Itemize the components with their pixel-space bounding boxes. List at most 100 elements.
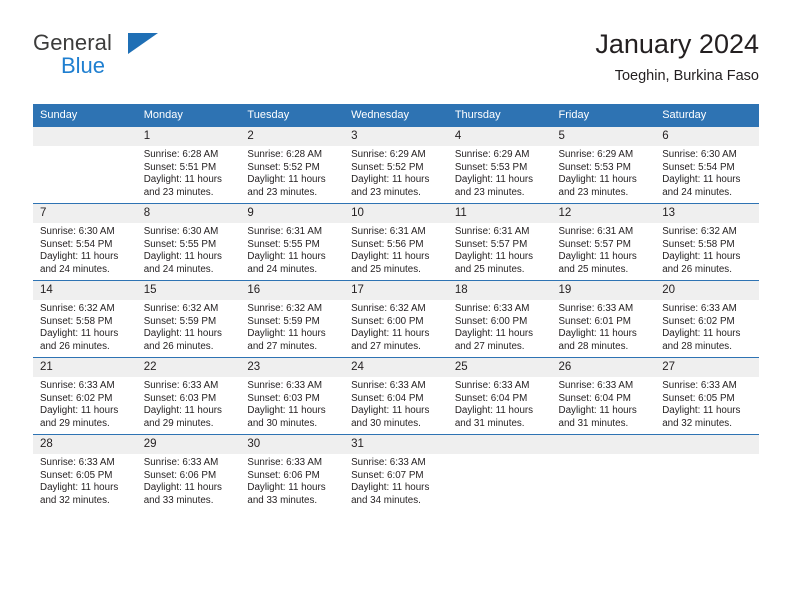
sunset-text: Sunset: 5:54 PM	[662, 161, 735, 173]
day-number: 21	[33, 358, 137, 377]
calendar-day-cell[interactable]: 3 Sunrise: 6:29 AM Sunset: 5:52 PM Daylight…	[344, 126, 448, 204]
daylight-text-line1: Daylight: 11 hours	[143, 482, 222, 494]
daylight-text-line2: and 23 minutes.	[351, 186, 421, 198]
day-details: Sunrise: 6:28 AM Sunset: 5:52 PM Daylight:…	[240, 146, 344, 199]
sunset-text: Sunset: 6:05 PM	[662, 392, 735, 404]
sunrise-text: Sunrise: 6:30 AM	[662, 149, 737, 160]
daylight-text-line1: Daylight: 11 hours	[558, 405, 637, 417]
daylight-text-line2: and 32 minutes.	[662, 417, 732, 429]
day-number: 27	[655, 358, 759, 377]
calendar-day-cell[interactable]: 13 Sunrise: 6:32 AM Sunset: 5:58 PM Dayligh…	[655, 203, 759, 281]
sunset-text: Sunset: 5:54 PM	[40, 238, 113, 250]
daylight-text-line2: and 32 minutes.	[40, 494, 110, 506]
daylight-text-line1: Daylight: 11 hours	[662, 174, 741, 186]
day-number: 14	[33, 281, 137, 300]
sunset-text: Sunset: 5:58 PM	[40, 315, 113, 327]
calendar-day-cell[interactable]: 8 Sunrise: 6:30 AM Sunset: 5:55 PM Daylight…	[136, 203, 241, 281]
weekday-header-thursday: Thursday	[447, 104, 552, 127]
sunset-text: Sunset: 5:58 PM	[662, 238, 735, 250]
sunrise-text: Sunrise: 6:30 AM	[40, 226, 115, 237]
calendar-body: 1 Sunrise: 6:28 AM Sunset: 5:51 PM Daylight…	[33, 126, 759, 511]
calendar-day-cell[interactable]: 28 Sunrise: 6:33 AM Sunset: 6:05 PM Dayligh…	[33, 434, 137, 511]
calendar-day-cell[interactable]: 19 Sunrise: 6:33 AM Sunset: 6:01 PM Dayligh…	[551, 280, 656, 358]
daylight-text-line1: Daylight: 11 hours	[351, 251, 430, 263]
calendar-day-cell[interactable]: 17 Sunrise: 6:32 AM Sunset: 6:00 PM Dayligh…	[344, 280, 448, 358]
day-details: Sunrise: 6:33 AM Sunset: 6:02 PM Daylight:…	[33, 377, 137, 430]
sunset-text: Sunset: 5:52 PM	[351, 161, 424, 173]
calendar-day-cell[interactable]: 4 Sunrise: 6:29 AM Sunset: 5:53 PM Daylight…	[447, 126, 552, 204]
day-details: Sunrise: 6:33 AM Sunset: 6:02 PM Daylight:…	[655, 300, 759, 353]
calendar-day-cell[interactable]: 31 Sunrise: 6:33 AM Sunset: 6:07 PM Dayligh…	[344, 434, 448, 511]
calendar-day-cell[interactable]: 12 Sunrise: 6:31 AM Sunset: 5:57 PM Dayligh…	[551, 203, 656, 281]
daylight-text-line1: Daylight: 11 hours	[247, 405, 326, 417]
day-details: Sunrise: 6:33 AM Sunset: 6:07 PM Daylight:…	[344, 454, 448, 507]
calendar-day-cell[interactable]: 27 Sunrise: 6:33 AM Sunset: 6:05 PM Dayligh…	[655, 357, 759, 435]
sunrise-text: Sunrise: 6:29 AM	[558, 149, 634, 160]
sunrise-text: Sunrise: 6:32 AM	[40, 303, 115, 314]
sunrise-text: Sunrise: 6:32 AM	[247, 303, 323, 314]
calendar-day-cell[interactable]: 29 Sunrise: 6:33 AM Sunset: 6:06 PM Dayligh…	[136, 434, 241, 511]
daylight-text-line2: and 31 minutes.	[454, 417, 525, 429]
day-number: 11	[447, 204, 552, 223]
calendar-day-cell[interactable]: 11 Sunrise: 6:31 AM Sunset: 5:57 PM Dayligh…	[447, 203, 552, 281]
calendar-day-cell[interactable]: 18 Sunrise: 6:33 AM Sunset: 6:00 PM Dayligh…	[447, 280, 552, 358]
daylight-text-line2: and 28 minutes.	[558, 340, 629, 352]
sunset-text: Sunset: 6:00 PM	[351, 315, 424, 327]
calendar-day-cell[interactable]: 2 Sunrise: 6:28 AM Sunset: 5:52 PM Daylight…	[240, 126, 345, 204]
day-cell-inner: 1 Sunrise: 6:28 AM Sunset: 5:51 PM Daylight…	[136, 127, 241, 203]
calendar-day-cell[interactable]: 30 Sunrise: 6:33 AM Sunset: 6:06 PM Dayligh…	[240, 434, 345, 511]
calendar-day-cell[interactable]: 20 Sunrise: 6:33 AM Sunset: 6:02 PM Dayligh…	[655, 280, 759, 358]
day-number: 4	[447, 127, 552, 146]
logo-triangle-icon	[128, 33, 158, 54]
sunset-text: Sunset: 5:59 PM	[247, 315, 320, 327]
calendar-day-cell[interactable]: 25 Sunrise: 6:33 AM Sunset: 6:04 PM Dayligh…	[447, 357, 552, 435]
calendar-day-cell[interactable]: 15 Sunrise: 6:32 AM Sunset: 5:59 PM Dayligh…	[136, 280, 241, 358]
sunset-text: Sunset: 6:02 PM	[662, 315, 735, 327]
sunset-text: Sunset: 6:04 PM	[454, 392, 528, 404]
daylight-text-line2: and 23 minutes.	[558, 186, 629, 198]
sunrise-text: Sunrise: 6:33 AM	[351, 380, 426, 391]
day-cell-inner: 15 Sunrise: 6:32 AM Sunset: 5:59 PM Dayligh…	[136, 281, 241, 357]
day-details: Sunrise: 6:31 AM Sunset: 5:57 PM Daylight:…	[552, 223, 656, 276]
calendar-day-cell[interactable]: 14 Sunrise: 6:32 AM Sunset: 5:58 PM Dayligh…	[33, 280, 137, 358]
calendar-day-cell[interactable]: 10 Sunrise: 6:31 AM Sunset: 5:56 PM Dayligh…	[344, 203, 448, 281]
daylight-text-line2: and 27 minutes.	[247, 340, 318, 352]
daylight-text-line2: and 29 minutes.	[40, 417, 110, 429]
calendar-day-cell[interactable]: 5 Sunrise: 6:29 AM Sunset: 5:53 PM Daylight…	[551, 126, 656, 204]
calendar-day-cell[interactable]: 26 Sunrise: 6:33 AM Sunset: 6:04 PM Dayligh…	[551, 357, 656, 435]
day-cell-inner: 14 Sunrise: 6:32 AM Sunset: 5:58 PM Dayligh…	[33, 281, 137, 357]
weekday-header-wednesday: Wednesday	[344, 104, 448, 127]
day-cell-inner	[447, 435, 552, 511]
calendar-day-cell[interactable]: 9 Sunrise: 6:31 AM Sunset: 5:55 PM Daylight…	[240, 203, 345, 281]
calendar-day-cell[interactable]: 24 Sunrise: 6:33 AM Sunset: 6:04 PM Dayligh…	[344, 357, 448, 435]
calendar-week-row: 1 Sunrise: 6:28 AM Sunset: 5:51 PM Daylight…	[33, 126, 759, 204]
calendar-day-cell[interactable]: 1 Sunrise: 6:28 AM Sunset: 5:51 PM Daylight…	[136, 126, 241, 204]
daylight-text-line2: and 23 minutes.	[247, 186, 318, 198]
calendar-day-cell[interactable]: 6 Sunrise: 6:30 AM Sunset: 5:54 PM Daylight…	[655, 126, 759, 204]
day-details: Sunrise: 6:32 AM Sunset: 5:59 PM Daylight:…	[137, 300, 241, 353]
daylight-text-line1: Daylight: 11 hours	[143, 251, 222, 263]
sunrise-text: Sunrise: 6:32 AM	[351, 303, 426, 314]
daylight-text-line2: and 31 minutes.	[558, 417, 629, 429]
day-number: 19	[551, 281, 656, 300]
calendar-day-cell[interactable]: 23 Sunrise: 6:33 AM Sunset: 6:03 PM Dayligh…	[240, 357, 345, 435]
general-blue-logo[interactable]: General Blue	[33, 30, 253, 86]
day-cell-inner: 24 Sunrise: 6:33 AM Sunset: 6:04 PM Dayligh…	[344, 358, 448, 434]
sunrise-text: Sunrise: 6:32 AM	[662, 226, 737, 237]
calendar-day-cell[interactable]: 21 Sunrise: 6:33 AM Sunset: 6:02 PM Dayligh…	[33, 357, 137, 435]
calendar-day-cell[interactable]: 7 Sunrise: 6:30 AM Sunset: 5:54 PM Daylight…	[33, 203, 137, 281]
day-number: 1	[136, 127, 241, 146]
day-number: 31	[344, 435, 448, 454]
sunset-text: Sunset: 6:07 PM	[351, 469, 424, 481]
daylight-text-line1: Daylight: 11 hours	[662, 328, 741, 340]
day-cell-inner: 7 Sunrise: 6:30 AM Sunset: 5:54 PM Daylight…	[33, 204, 137, 280]
calendar-day-cell[interactable]: 16 Sunrise: 6:32 AM Sunset: 5:59 PM Dayligh…	[240, 280, 345, 358]
daylight-text-line1: Daylight: 11 hours	[247, 328, 326, 340]
sunset-text: Sunset: 5:55 PM	[247, 238, 320, 250]
calendar-day-cell-empty	[655, 434, 759, 511]
calendar-day-cell[interactable]: 22 Sunrise: 6:33 AM Sunset: 6:03 PM Dayligh…	[136, 357, 241, 435]
day-cell-inner: 13 Sunrise: 6:32 AM Sunset: 5:58 PM Dayligh…	[655, 204, 759, 280]
calendar-day-cell-empty	[551, 434, 656, 511]
day-number: 30	[240, 435, 345, 454]
sunset-text: Sunset: 6:06 PM	[247, 469, 320, 481]
